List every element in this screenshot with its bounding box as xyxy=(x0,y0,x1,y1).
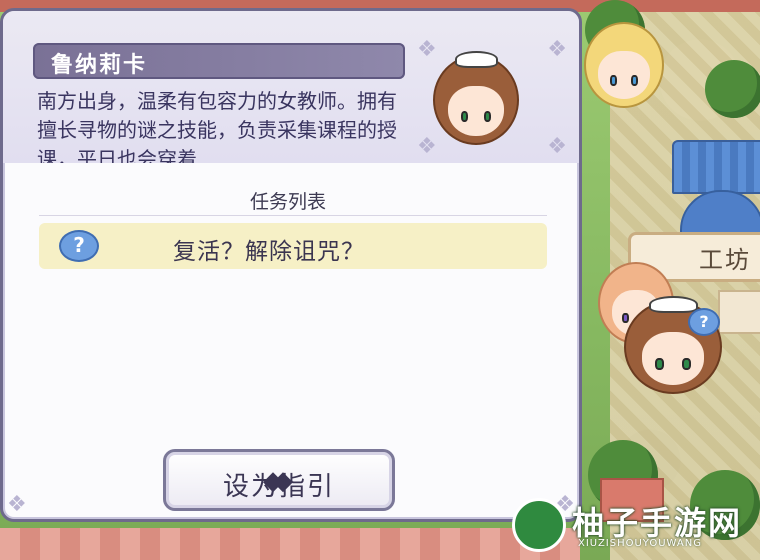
character-name-bar: 鲁纳莉卡 xyxy=(33,43,405,79)
portrait-face xyxy=(448,85,504,136)
npc-eye xyxy=(681,358,691,370)
character-info-panel: 鲁纳莉卡 南方出身，温柔有包容力的女教师。拥有擅长寻物的谜之技能，负责采集课程的… xyxy=(0,8,582,522)
portrait-eye xyxy=(460,110,469,122)
divider xyxy=(39,215,547,216)
npc-quest-bubble-icon[interactable]: ? xyxy=(688,308,720,336)
ornament-icon: ❖ xyxy=(7,492,27,517)
map-bottom-buildings xyxy=(0,528,580,560)
ornament-icon: ❖ xyxy=(417,134,437,159)
ornament-icon: ❖ xyxy=(547,134,567,159)
npc-face xyxy=(598,51,650,100)
maid-headband xyxy=(648,296,698,314)
portrait-eye xyxy=(483,110,492,122)
npc-eye xyxy=(631,75,639,86)
maid-headband xyxy=(454,51,498,68)
quest-label: 复活？解除诅咒？ xyxy=(173,239,365,265)
tree xyxy=(705,60,760,118)
ornament-icon: ❖ xyxy=(417,37,437,62)
button-ornament-icon: ◆ xyxy=(263,466,285,496)
npc-blonde-head[interactable] xyxy=(584,22,664,108)
quest-bubble-icon: ? xyxy=(59,230,99,262)
ornament-icon: ❖ xyxy=(547,37,567,62)
npc-eye xyxy=(622,312,630,323)
watermark-logo-icon xyxy=(512,498,566,552)
workshop-roof xyxy=(672,140,760,194)
character-portrait-frame: ❖ ❖ ❖ ❖ xyxy=(417,37,567,159)
npc-face xyxy=(641,331,705,385)
character-portrait xyxy=(433,51,519,145)
set-guide-button[interactable]: ◆ 设为指引 ◆ xyxy=(163,449,395,511)
npc-eye xyxy=(609,75,617,86)
house-wall xyxy=(718,290,760,334)
mission-list-title: 任务列表 xyxy=(249,191,326,213)
watermark-subtitle: XIUZISHOUYOUWANG xyxy=(578,538,702,549)
npc-eye xyxy=(655,358,665,370)
character-name: 鲁纳莉卡 xyxy=(51,53,148,78)
workshop-sign-label: 工坊 xyxy=(699,245,751,274)
character-description[interactable]: 南方出身，温柔有包容力的女教师。拥有擅长寻物的谜之技能，负责采集课程的授课，平日… xyxy=(37,87,399,163)
